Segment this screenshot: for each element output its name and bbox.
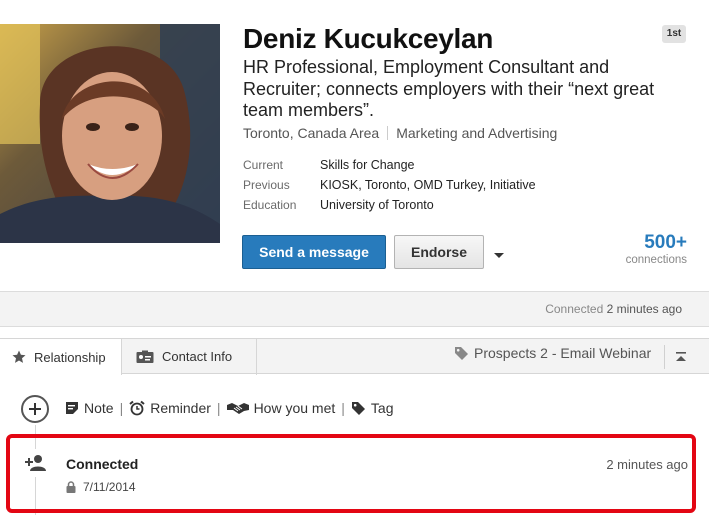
location-link[interactable]: Toronto, Canada Area xyxy=(243,125,379,141)
fact-label: Current xyxy=(243,158,284,172)
fact-value[interactable]: Skills for Change xyxy=(320,158,415,172)
action-label: Note xyxy=(84,400,114,416)
profile-facts: Current Skills for Change Previous KIOSK… xyxy=(243,155,536,215)
connected-time: 2 minutes ago xyxy=(606,302,682,316)
fact-label: Previous xyxy=(243,178,290,192)
endorse-button[interactable]: Endorse xyxy=(394,235,484,269)
add-tag-button[interactable]: Tag xyxy=(351,400,394,416)
connections-count[interactable]: 500+ connections xyxy=(626,232,687,266)
how-you-met-button[interactable]: How you met xyxy=(226,400,336,416)
entry-date-value: 7/11/2014 xyxy=(83,480,136,494)
fact-previous: Previous KIOSK, Toronto, OMD Turkey, Ini… xyxy=(243,175,536,195)
alarm-clock-icon xyxy=(129,400,145,416)
connections-number: 500+ xyxy=(644,232,687,253)
action-label: How you met xyxy=(253,400,336,416)
profile-headline: HR Professional, Employment Consultant a… xyxy=(243,57,655,120)
entry-title: Connected xyxy=(66,456,139,472)
tag-icon xyxy=(351,401,365,415)
relationship-tab-bar: Relationship Contact Info Prospects 2 - … xyxy=(0,338,709,375)
industry-link[interactable]: Marketing and Advertising xyxy=(396,125,557,141)
more-actions-dropdown[interactable] xyxy=(492,247,506,258)
contact-card-icon xyxy=(136,350,154,363)
fact-value[interactable]: University of Toronto xyxy=(320,198,434,212)
profile-name: Deniz Kucukceylan xyxy=(243,23,494,54)
add-icon[interactable] xyxy=(21,395,49,423)
relationship-actions: Note | Reminder | How you met | Tag xyxy=(65,400,393,416)
assigned-tag[interactable]: Prospects 2 - Email Webinar xyxy=(454,345,651,361)
connection-icon xyxy=(22,449,50,477)
highlighted-timeline-entry xyxy=(6,434,696,513)
send-message-button[interactable]: Send a message xyxy=(242,235,386,269)
connections-label: connections xyxy=(625,254,687,266)
tab-label: Contact Info xyxy=(162,349,233,364)
tab-contact-info[interactable]: Contact Info xyxy=(122,338,257,375)
tag-icon xyxy=(455,346,468,360)
tab-label: Relationship xyxy=(34,349,106,365)
collapse-up-icon xyxy=(676,352,686,361)
separator: | xyxy=(216,400,221,416)
entry-timestamp: 2 minutes ago xyxy=(606,457,688,472)
separator: | xyxy=(341,400,345,416)
action-label: Reminder xyxy=(150,400,211,416)
action-label: Tag xyxy=(370,400,394,416)
add-reminder-button[interactable]: Reminder xyxy=(129,400,211,416)
divider xyxy=(387,126,389,140)
star-icon xyxy=(12,350,26,363)
fact-value[interactable]: KIOSK, Toronto, OMD Turkey, Initiative xyxy=(320,178,536,192)
chevron-down-icon xyxy=(494,253,504,258)
lock-icon xyxy=(66,481,76,493)
divider xyxy=(664,345,665,369)
connected-since: Connected 2 minutes ago xyxy=(545,302,682,316)
fact-label: Education xyxy=(243,198,297,212)
handshake-icon xyxy=(226,403,249,414)
tag-name: Prospects 2 - Email Webinar xyxy=(474,345,652,361)
entry-date: 7/11/2014 xyxy=(66,480,136,494)
add-note-button[interactable]: Note xyxy=(65,400,114,416)
fact-education: Education University of Toronto xyxy=(243,195,536,215)
note-icon xyxy=(66,402,78,414)
collapse-button[interactable] xyxy=(674,350,688,364)
connected-prefix: Connected xyxy=(545,302,604,316)
connection-degree-badge: 1st xyxy=(662,25,686,43)
tab-relationship[interactable]: Relationship xyxy=(0,338,122,375)
fact-current: Current Skills for Change xyxy=(243,155,536,175)
location-industry: Toronto, Canada Area Marketing and Advert… xyxy=(243,125,557,141)
profile-photo xyxy=(0,24,220,243)
connected-status-bar: Connected 2 minutes ago xyxy=(0,291,709,327)
separator: | xyxy=(119,400,124,416)
